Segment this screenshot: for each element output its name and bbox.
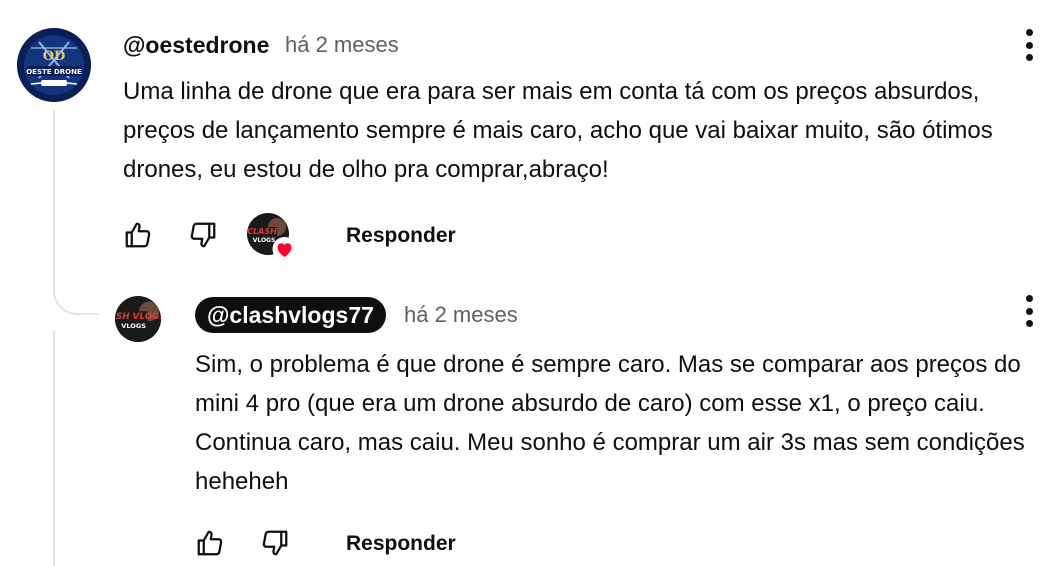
thumbs-up-icon <box>125 222 151 248</box>
svg-text:OESTE DRONE: OESTE DRONE <box>26 68 82 76</box>
comment-author[interactable]: @oestedrone <box>123 30 269 60</box>
svg-text:CLASH VLOGS: CLASH VLOGS <box>115 312 161 322</box>
clash-vlogs-logo-icon: CLASH VLOGS VLOGS <box>115 296 161 342</box>
reply-author[interactable]: @clashvlogs77 <box>195 297 386 333</box>
reply-time[interactable]: há 2 meses <box>404 300 518 330</box>
reply-like-button[interactable] <box>192 525 228 561</box>
thumbs-down-icon <box>190 222 216 248</box>
dislike-button[interactable] <box>185 217 221 253</box>
svg-text:CLASH: CLASH <box>247 227 277 236</box>
svg-text:VLOGS: VLOGS <box>121 322 146 330</box>
creator-heart[interactable]: CLASH VLOGS <box>247 213 297 261</box>
drone-logo-icon: OD OESTE DRONE <box>17 28 91 102</box>
comment-text: Uma linha de drone que era para ser mais… <box>123 78 993 183</box>
reply-text: Sim, o problema é que drone é sempre car… <box>195 351 1025 495</box>
avatar[interactable]: OD OESTE DRONE <box>17 28 91 102</box>
heart-icon <box>272 237 297 261</box>
thumbs-down-icon <box>262 530 288 556</box>
thread-line-continuation <box>53 330 55 566</box>
reply-dislike-button[interactable] <box>257 525 293 561</box>
thumbs-up-icon <box>197 530 223 556</box>
reply-button[interactable]: Responder <box>346 221 456 251</box>
reply-avatar[interactable]: CLASH VLOGS VLOGS <box>115 296 161 342</box>
svg-text:OD: OD <box>43 49 66 64</box>
thread-line <box>53 110 99 315</box>
more-vert-icon[interactable] <box>1019 27 1039 63</box>
reply-reply-button[interactable]: Responder <box>346 529 456 559</box>
more-vert-icon[interactable] <box>1019 293 1039 329</box>
like-button[interactable] <box>120 217 156 253</box>
comment-time[interactable]: há 2 meses <box>285 30 399 60</box>
